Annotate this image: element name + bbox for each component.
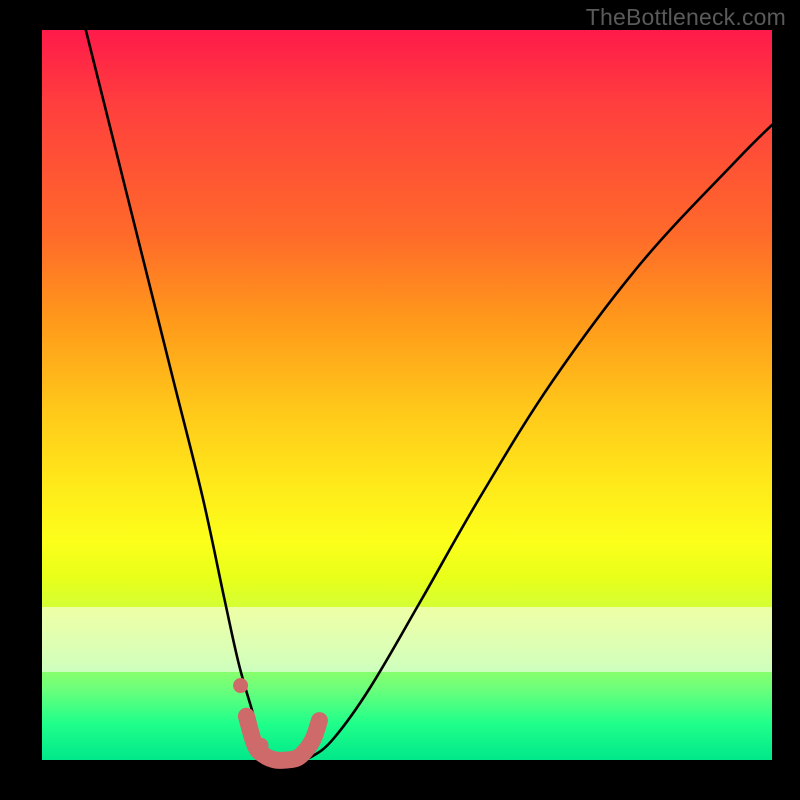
dot-left bbox=[233, 678, 248, 693]
watermark-text: TheBottleneck.com bbox=[586, 4, 786, 31]
plot-area bbox=[42, 30, 772, 760]
bottleneck-curve bbox=[86, 30, 772, 760]
valley-highlight bbox=[246, 716, 319, 760]
chart-svg bbox=[42, 30, 772, 760]
chart-frame: TheBottleneck.com bbox=[0, 0, 800, 800]
dot-valley bbox=[254, 738, 269, 753]
